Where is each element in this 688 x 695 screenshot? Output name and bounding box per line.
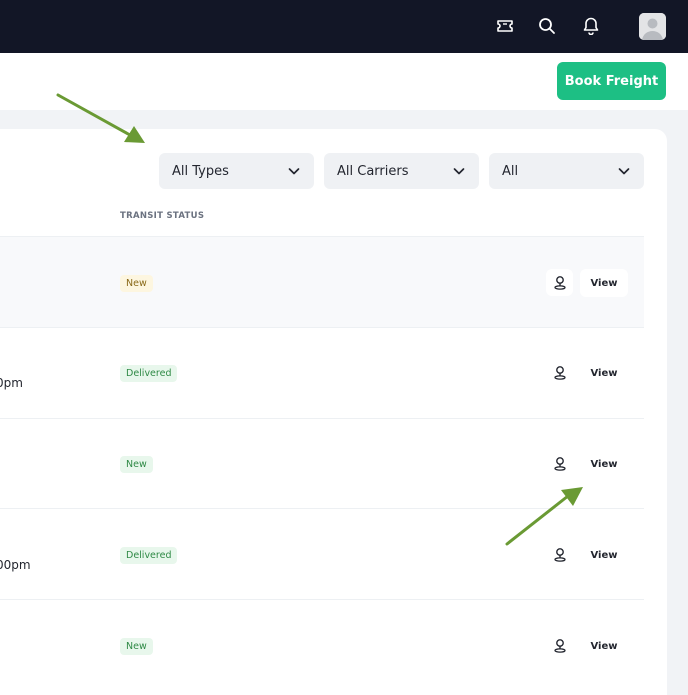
bell-icon[interactable] (579, 14, 603, 38)
view-button[interactable]: View (580, 632, 628, 660)
carrier-filter-value: All Carriers (337, 163, 409, 179)
view-button[interactable]: View (580, 541, 628, 569)
table-row: 00pm Delivered View (0, 508, 644, 599)
location-icon[interactable] (546, 632, 573, 659)
type-filter-value: All Types (172, 163, 229, 179)
status-badge: New (120, 638, 153, 655)
column-header-transit-status: TRANSIT STATUS (120, 211, 205, 221)
status-badge: Delivered (120, 547, 178, 564)
table-row: 0pm Delivered View (0, 327, 644, 418)
chevron-down-icon (452, 164, 466, 178)
row-time-text: 0pm (0, 376, 23, 390)
status-filter-select[interactable]: All (489, 153, 644, 189)
type-filter-select[interactable]: All Types (159, 153, 314, 189)
top-navbar (0, 0, 688, 53)
avatar[interactable] (639, 13, 666, 40)
search-icon[interactable] (535, 14, 559, 38)
table-row: New View (0, 418, 644, 509)
carrier-filter-select[interactable]: All Carriers (324, 153, 479, 189)
chevron-down-icon (287, 164, 301, 178)
status-filter-value: All (502, 163, 519, 179)
location-icon[interactable] (546, 359, 573, 386)
view-button[interactable]: View (580, 269, 628, 297)
table-row: New View (0, 236, 644, 327)
table-row: New View (0, 599, 644, 690)
view-button[interactable]: View (580, 359, 628, 387)
location-icon[interactable] (546, 269, 573, 296)
ticket-icon[interactable] (493, 14, 517, 38)
view-button[interactable]: View (580, 450, 628, 478)
location-icon[interactable] (546, 541, 573, 568)
chevron-down-icon (617, 164, 631, 178)
row-time-text: 00pm (0, 558, 31, 572)
book-freight-button[interactable]: Book Freight (557, 62, 666, 100)
status-badge: New (120, 456, 153, 473)
location-icon[interactable] (546, 450, 573, 477)
status-badge: Delivered (120, 365, 178, 382)
status-badge: New (120, 275, 153, 292)
